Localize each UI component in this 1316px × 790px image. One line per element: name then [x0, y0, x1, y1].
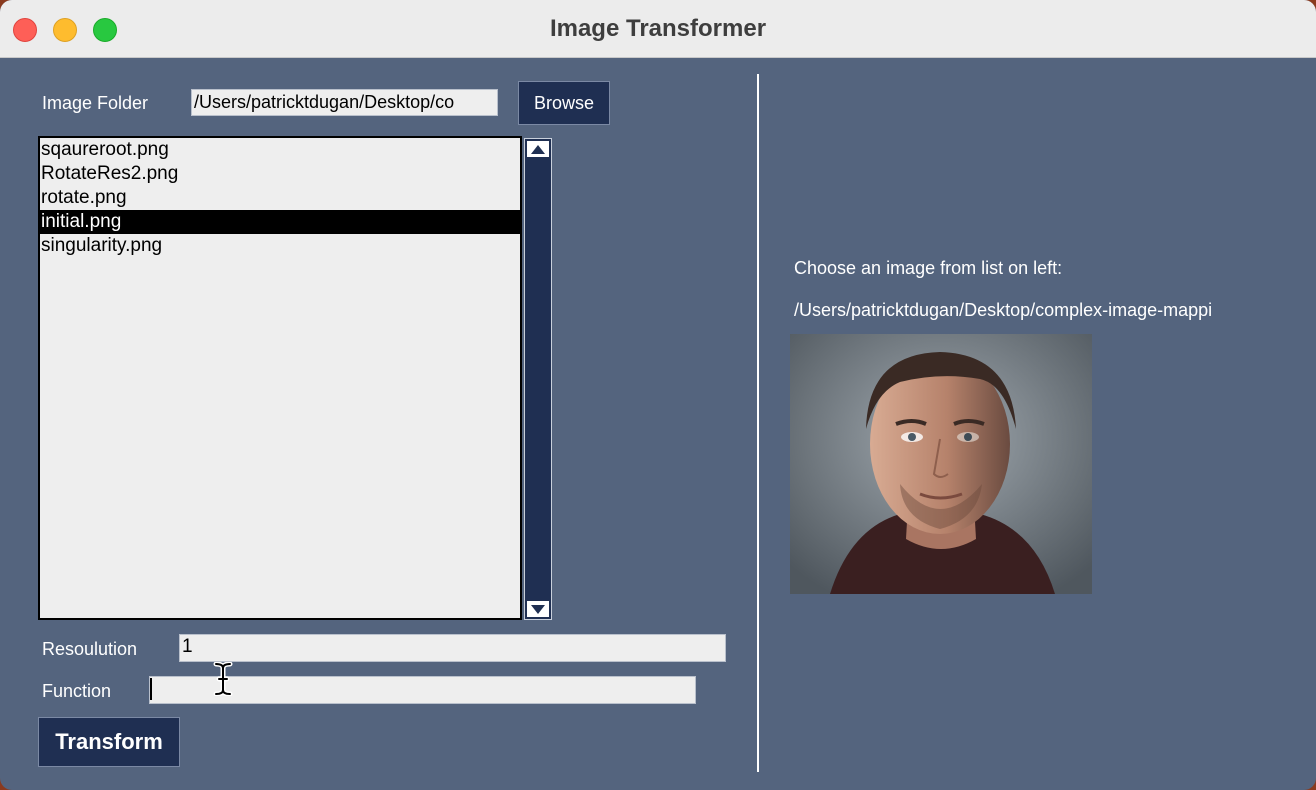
- file-list-item[interactable]: RotateRes2.png: [40, 162, 520, 186]
- function-label: Function: [42, 681, 112, 701]
- transform-button[interactable]: Transform: [38, 717, 180, 767]
- file-list-scrollbar[interactable]: [524, 138, 552, 620]
- text-cursor-icon: [213, 662, 233, 696]
- app-window: Image Transformer Image Folder /Users/pa…: [0, 0, 1316, 790]
- image-path-text: /Users/patricktdugan/Desktop/complex-ima…: [794, 300, 1213, 320]
- browse-button[interactable]: Browse: [518, 81, 610, 125]
- text-caret: [150, 678, 152, 700]
- resolution-label: Resoulution: [42, 639, 138, 659]
- file-list-item[interactable]: initial.png: [40, 210, 520, 234]
- scroll-up-button[interactable]: [527, 141, 549, 157]
- title-bar: Image Transformer: [0, 0, 1316, 58]
- file-list: sqaureroot.png RotateRes2.png rotate.png in…: [40, 138, 520, 258]
- triangle-down-icon: [531, 604, 545, 614]
- image-folder-label: Image Folder: [42, 93, 149, 113]
- file-list-item[interactable]: singularity.png: [40, 234, 520, 258]
- scroll-down-button[interactable]: [527, 601, 549, 617]
- preview-image: [790, 334, 1092, 594]
- instruction-text: Choose an image from list on left:: [794, 258, 1063, 278]
- window-title: Image Transformer: [549, 15, 767, 42]
- panel-divider: [757, 74, 759, 772]
- image-folder-field[interactable]: /Users/patricktdugan/Desktop/co: [191, 89, 498, 116]
- triangle-up-icon: [531, 144, 545, 154]
- file-list-item[interactable]: sqaureroot.png: [40, 138, 520, 162]
- file-listbox[interactable]: sqaureroot.png RotateRes2.png rotate.png in…: [38, 136, 522, 620]
- resolution-field[interactable]: 1: [179, 634, 726, 662]
- file-list-item[interactable]: rotate.png: [40, 186, 520, 210]
